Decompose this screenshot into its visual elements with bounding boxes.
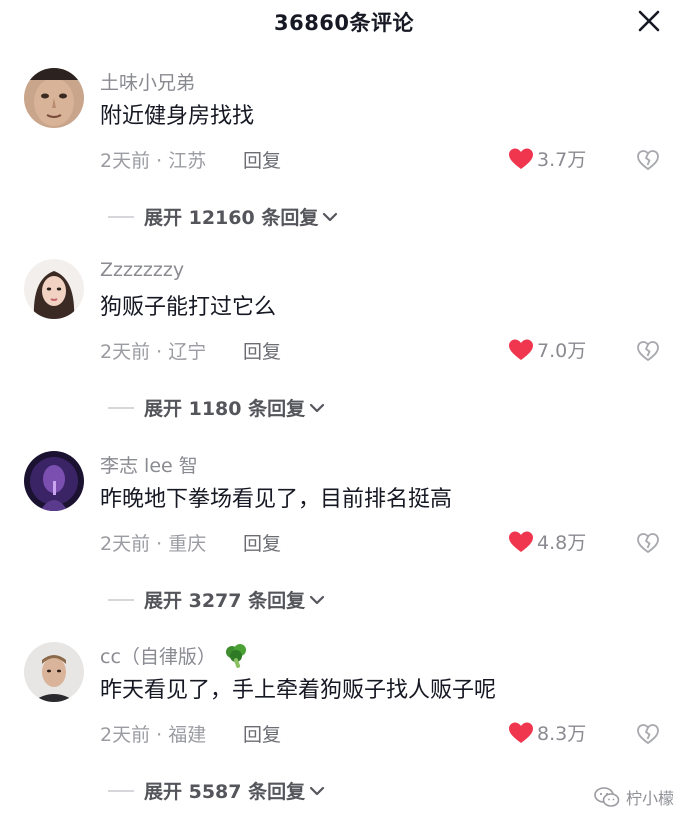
comment-count-title: 36860条评论 <box>273 11 415 35</box>
time-location: 2天前 · 辽宁 <box>100 341 207 363</box>
expand-replies-label[interactable]: 展开 3277 条回复 <box>144 586 305 613</box>
avatar[interactable] <box>24 642 84 702</box>
comment-text: 附近健身房找找 <box>100 104 255 129</box>
like-count: 7.0万 <box>537 340 587 362</box>
username-text[interactable]: Zzzzzzzy <box>100 259 184 281</box>
like-button[interactable]: 8.3万 <box>508 719 586 746</box>
expand-replies[interactable]: 展开 1180 条回复 <box>108 394 325 421</box>
watermark: 柠小檬 <box>594 785 674 809</box>
reply-button[interactable]: 回复 <box>243 146 281 173</box>
username[interactable]: cc（自律版） <box>100 642 252 669</box>
broken-heart-icon[interactable] <box>636 722 660 746</box>
comment-item: Zzzzzzzy 狗贩子能打过它么 2天前 · 辽宁 回复 7.0万 展开 11… <box>0 259 688 449</box>
broken-heart-icon[interactable] <box>636 339 660 363</box>
avatar[interactable] <box>24 68 84 128</box>
heart-icon <box>509 339 533 360</box>
comment-text: 昨天看见了，手上牵着狗贩子找人贩子呢 <box>100 678 497 703</box>
like-button[interactable]: 7.0万 <box>508 336 586 363</box>
username[interactable]: Zzzzzzzy <box>100 259 184 281</box>
expand-replies[interactable]: 展开 5587 条回复 <box>108 777 325 804</box>
like-count: 4.8万 <box>537 532 587 554</box>
username[interactable]: 李志 lee 智 <box>100 451 198 478</box>
divider <box>108 406 134 409</box>
comment-item: cc（自律版） 昨天看见了，手上牵着狗贩子找人贩子呢 2天前 · 福建 回复 8… <box>0 642 688 832</box>
wechat-icon <box>594 787 620 807</box>
comment-item: 李志 lee 智 昨晚地下拳场看见了，目前排名挺高 2天前 · 重庆 回复 4.… <box>0 451 688 641</box>
chevron-down-icon <box>323 212 338 221</box>
comment-text: 昨晚地下拳场看见了，目前排名挺高 <box>100 487 453 512</box>
avatar[interactable] <box>24 259 84 319</box>
expand-replies-label[interactable]: 展开 12160 条回复 <box>144 203 318 230</box>
divider <box>108 215 134 218</box>
broken-heart-icon[interactable] <box>636 148 660 172</box>
username-text[interactable]: cc（自律版） <box>100 642 216 669</box>
divider <box>108 598 134 601</box>
divider <box>108 789 134 792</box>
broken-heart-icon[interactable] <box>636 531 660 555</box>
like-button[interactable]: 4.8万 <box>508 528 586 555</box>
expand-replies[interactable]: 展开 3277 条回复 <box>108 586 325 613</box>
reply-button[interactable]: 回复 <box>243 720 281 747</box>
comment-text: 狗贩子能打过它么 <box>100 295 277 320</box>
expand-replies-label[interactable]: 展开 5587 条回复 <box>144 777 305 804</box>
like-count: 3.7万 <box>537 149 587 171</box>
expand-replies-label[interactable]: 展开 1180 条回复 <box>144 394 305 421</box>
reply-button[interactable]: 回复 <box>243 529 281 556</box>
username-text[interactable]: 土味小兄弟 <box>100 68 195 95</box>
chevron-down-icon <box>310 403 325 412</box>
broccoli-icon <box>225 643 246 668</box>
like-button[interactable]: 3.7万 <box>508 145 586 172</box>
time-location: 2天前 · 重庆 <box>100 533 207 555</box>
time-location: 2天前 · 福建 <box>100 724 207 746</box>
chevron-down-icon <box>310 786 325 795</box>
watermark-text: 柠小檬 <box>625 789 674 808</box>
expand-replies[interactable]: 展开 12160 条回复 <box>108 203 338 230</box>
heart-icon <box>509 531 533 552</box>
time-location: 2天前 · 江苏 <box>100 150 207 172</box>
heart-icon <box>509 148 533 169</box>
comment-item: 土味小兄弟 附近健身房找找 2天前 · 江苏 回复 3.7万 展开 12160 … <box>0 68 688 258</box>
close-icon[interactable] <box>636 8 662 34</box>
username[interactable]: 土味小兄弟 <box>100 68 195 95</box>
chevron-down-icon <box>310 595 325 604</box>
like-count: 8.3万 <box>537 723 587 745</box>
comments-header: 36860条评论 <box>0 0 688 44</box>
username-text[interactable]: 李志 lee 智 <box>100 451 198 478</box>
heart-icon <box>509 722 533 743</box>
avatar[interactable] <box>24 451 84 511</box>
reply-button[interactable]: 回复 <box>243 337 281 364</box>
